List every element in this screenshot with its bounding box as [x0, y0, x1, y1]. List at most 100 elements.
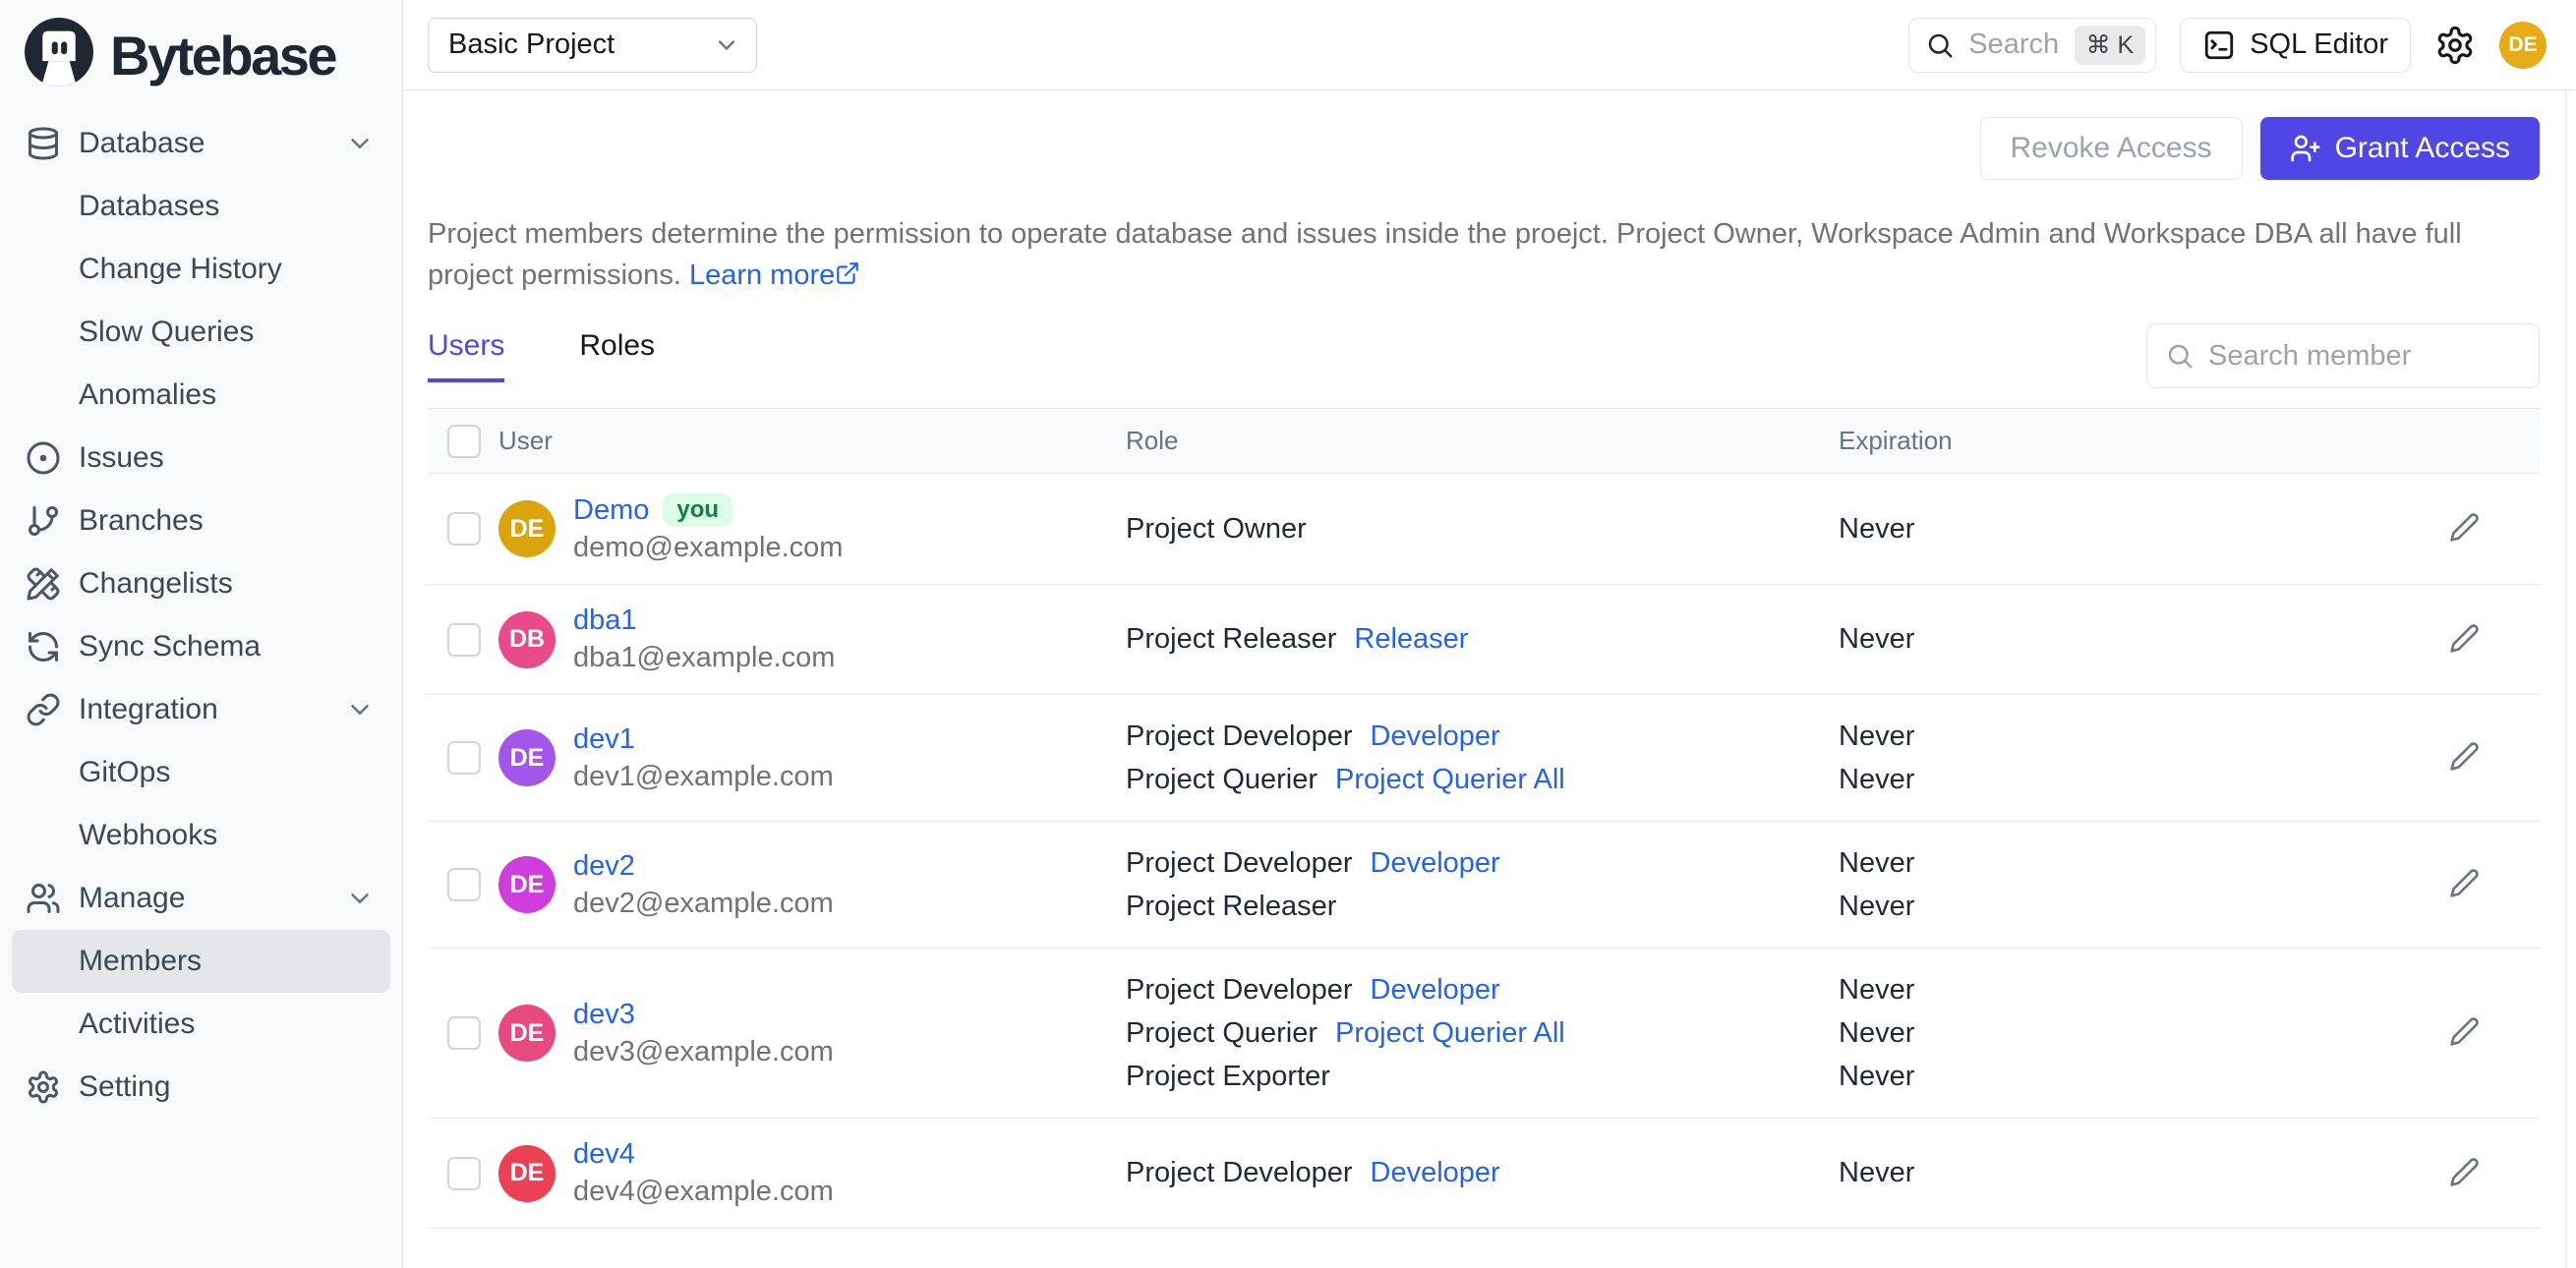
member-name-link[interactable]: dev1 [573, 723, 635, 756]
row-checkbox[interactable] [447, 512, 481, 546]
member-name-link[interactable]: dev4 [573, 1138, 635, 1171]
expiration-value: Never [1839, 720, 1915, 752]
sidebar-item-label: Change History [79, 253, 282, 285]
role-condition-link[interactable]: Releaser [1354, 623, 1468, 656]
role-line: Project Querier Project Querier All [1126, 758, 1839, 801]
learn-more-link[interactable]: Learn more [689, 259, 860, 291]
members-table-body: DE Demo you demo@example.com Project Owner Ne… [428, 474, 2540, 1229]
chevron-down-icon [713, 31, 740, 59]
row-checkbox[interactable] [447, 868, 481, 901]
avatar: DE [498, 1144, 556, 1202]
brand-logo[interactable]: Bytebase [0, 0, 402, 96]
sidebar-item-anomalies[interactable]: Anomalies [12, 364, 390, 427]
select-all-checkbox[interactable] [447, 424, 481, 458]
edit-member-button[interactable] [2443, 736, 2487, 779]
global-search-placeholder: Search [1968, 29, 2060, 60]
edit-member-button[interactable] [2443, 507, 2487, 550]
sidebar-item-slow-queries[interactable]: Slow Queries [12, 301, 390, 364]
role-condition-link[interactable]: Developer [1371, 974, 1500, 1007]
sql-editor-button[interactable]: SQL Editor [2180, 17, 2411, 73]
sidebar-item-activities[interactable]: Activities [12, 993, 390, 1056]
member-search [2146, 323, 2540, 388]
expiration-value: Never [1839, 890, 1915, 922]
member-email: dev2@example.com [573, 887, 834, 919]
tabs: Users Roles [428, 329, 655, 382]
role-condition-link[interactable]: Project Querier All [1335, 764, 1565, 796]
link-icon [26, 692, 61, 727]
sidebar-item-databases[interactable]: Databases [12, 175, 390, 238]
role-name: Project Developer [1126, 846, 1353, 879]
global-search[interactable]: Search ⌘ K [1908, 17, 2157, 73]
grant-access-button[interactable]: Grant Access [2259, 117, 2540, 180]
sidebar-item-issues[interactable]: Issues [12, 427, 390, 490]
role-name: Project Developer [1126, 1157, 1353, 1188]
role-line: Project Releaser Releaser [1126, 618, 1839, 662]
role-line: Project Querier Project Querier All [1126, 1011, 1839, 1055]
member-name-link[interactable]: dev2 [573, 850, 635, 883]
sidebar-item-manage[interactable]: Manage [12, 867, 390, 930]
member-email: dev4@example.com [573, 1176, 834, 1207]
sidebar-item-members[interactable]: Members [12, 930, 390, 993]
search-shortcut-badge: ⌘ K [2074, 25, 2146, 65]
app: Bytebase Database Databases Change History… [0, 0, 2576, 1268]
user-meta: dev1 dev1@example.com [573, 723, 834, 793]
sidebar-item-database[interactable]: Database [12, 112, 390, 175]
sync-icon [26, 629, 61, 664]
edit-member-button[interactable] [2443, 1011, 2487, 1055]
database-icon [26, 126, 61, 161]
role-line: Project Developer Developer [1126, 715, 1839, 758]
scroll-divider [2565, 90, 2566, 1268]
revoke-access-button[interactable]: Revoke Access [1979, 117, 2243, 180]
expiration-value: Never [1839, 623, 1915, 655]
role-name: Project Releaser [1126, 890, 1337, 922]
edit-member-button[interactable] [2443, 1152, 2487, 1195]
role-condition-link[interactable]: Developer [1371, 847, 1500, 880]
table-row: DE dev1 dev1@example.com Project Developer D… [428, 695, 2540, 822]
sidebar-item-webhooks[interactable]: Webhooks [12, 804, 390, 867]
chevron-down-icon [345, 129, 375, 158]
row-checkbox[interactable] [447, 622, 481, 657]
tab-roles[interactable]: Roles [579, 329, 655, 382]
edit-member-button[interactable] [2443, 863, 2487, 906]
table-row: DB dba1 dba1@example.com Project Releaser Re… [428, 585, 2540, 695]
expiration-value: Never [1839, 846, 1915, 879]
user-meta: dev4 dev4@example.com [573, 1138, 834, 1208]
member-search-input[interactable] [2208, 339, 2521, 373]
pencil-icon [2449, 868, 2480, 901]
avatar: DE [498, 1005, 556, 1062]
user-cell: DE dev4 dev4@example.com [498, 1138, 1126, 1208]
project-selector[interactable]: Basic Project [428, 17, 757, 73]
member-name-link[interactable]: Demo [573, 494, 649, 527]
row-checkbox[interactable] [447, 741, 481, 775]
sidebar-item-integration[interactable]: Integration [12, 678, 390, 741]
sql-editor-label: SQL Editor [2250, 29, 2388, 60]
edit-member-button[interactable] [2443, 618, 2487, 662]
role-line: Project Exporter [1126, 1055, 1839, 1098]
sidebar-item-gitops[interactable]: GitOps [12, 741, 390, 804]
role-condition-link[interactable]: Developer [1371, 1157, 1500, 1189]
main: Basic Project Search ⌘ K SQL Editor DE R… [403, 0, 2576, 1268]
member-name-link[interactable]: dba1 [573, 605, 637, 637]
row-checkbox[interactable] [447, 1156, 481, 1190]
role-condition-link[interactable]: Developer [1371, 720, 1500, 753]
member-name-link[interactable]: dev3 [573, 999, 635, 1031]
member-email: demo@example.com [573, 532, 844, 563]
sidebar-item-setting[interactable]: Setting [12, 1056, 390, 1119]
pencil-icon [2449, 1016, 2480, 1050]
sidebar-item-changelists[interactable]: Changelists [12, 552, 390, 615]
sidebar-item-label: Manage [79, 882, 186, 914]
user-cell: DE dev2 dev2@example.com [498, 850, 1126, 920]
expiration-value: Never [1839, 763, 1915, 795]
role-name: Project Owner [1126, 512, 1307, 545]
sidebar-item-label: Sync Schema [79, 630, 262, 663]
sidebar-item-change-history[interactable]: Change History [12, 238, 390, 301]
settings-gear-icon[interactable] [2434, 25, 2476, 66]
tab-users[interactable]: Users [428, 329, 505, 382]
expiration-value: Never [1839, 1157, 1915, 1188]
row-checkbox[interactable] [447, 1016, 481, 1050]
sidebar-item-branches[interactable]: Branches [12, 490, 390, 552]
user-avatar[interactable]: DE [2499, 21, 2547, 69]
role-condition-link[interactable]: Project Querier All [1335, 1017, 1565, 1050]
sidebar-item-label: Integration [79, 693, 218, 725]
sidebar-item-sync-schema[interactable]: Sync Schema [12, 615, 390, 678]
